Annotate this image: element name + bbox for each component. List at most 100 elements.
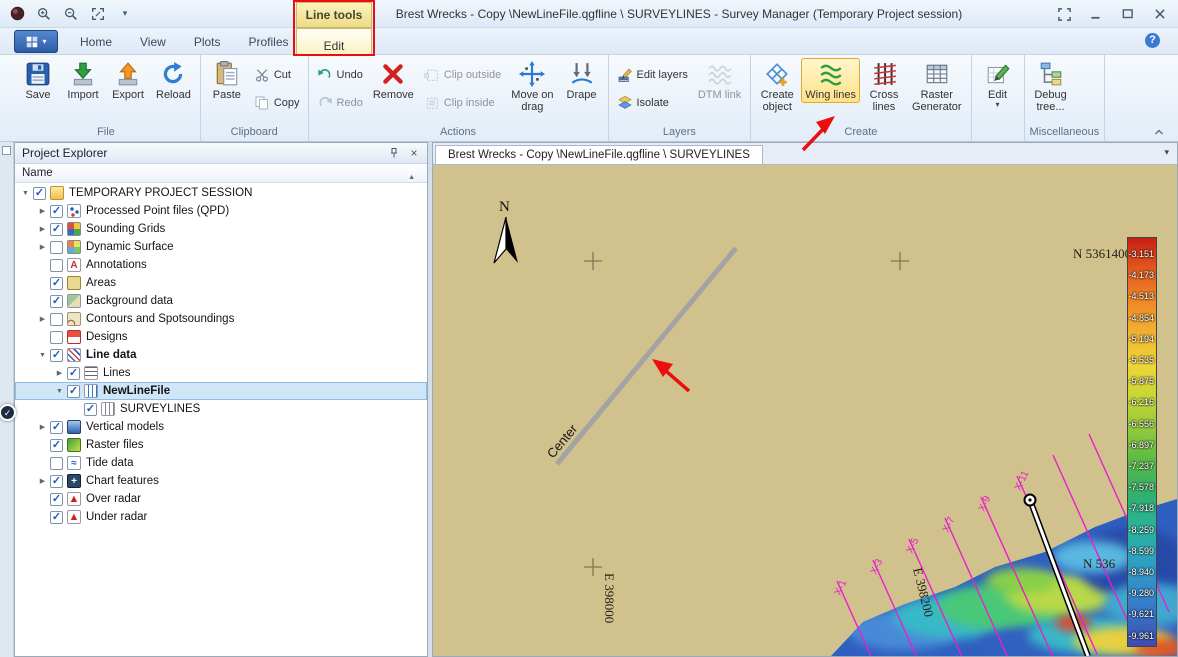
ribbon-button-clip-inside[interactable]: Clip inside bbox=[421, 94, 504, 112]
help-icon[interactable]: ? bbox=[1145, 33, 1160, 48]
maximize-button[interactable] bbox=[1120, 6, 1136, 22]
ribbon-button-move-on-drag[interactable]: Move on drag bbox=[507, 58, 557, 115]
map-document-tab[interactable]: Brest Wrecks - Copy \NewLineFile.qgfline… bbox=[435, 145, 763, 164]
ribbon-button-import[interactable]: Import bbox=[62, 58, 104, 103]
tab-profiles[interactable]: Profiles bbox=[235, 30, 303, 54]
visibility-checkbox[interactable]: ✓ bbox=[50, 205, 63, 218]
zoom-out-icon[interactable] bbox=[62, 5, 80, 23]
visibility-checkbox[interactable] bbox=[50, 259, 63, 272]
expander-icon[interactable]: ▶ bbox=[36, 477, 49, 485]
tree-item-surveylines[interactable]: ✓SURVEYLINES bbox=[15, 400, 427, 418]
tree-item-areas[interactable]: ✓Areas bbox=[15, 274, 427, 292]
contextual-tab-group-line-tools: Line tools bbox=[296, 2, 372, 28]
visibility-checkbox[interactable]: ✓ bbox=[67, 385, 80, 398]
visibility-checkbox[interactable]: ✓ bbox=[50, 223, 63, 236]
tree-item-tide-data[interactable]: ≈Tide data bbox=[15, 454, 427, 472]
visibility-checkbox[interactable] bbox=[50, 331, 63, 344]
zoom-extents-icon[interactable] bbox=[89, 5, 107, 23]
quick-access-caret-icon[interactable]: ▾ bbox=[116, 5, 134, 23]
ribbon-button-wing-lines[interactable]: Wing lines bbox=[801, 58, 860, 103]
tree-column-header[interactable]: Name ▲ bbox=[15, 164, 427, 183]
tree-item-chart-features[interactable]: ▶✓+Chart features bbox=[15, 472, 427, 490]
tree-item-sounding-grids[interactable]: ▶✓Sounding Grids bbox=[15, 220, 427, 238]
visibility-checkbox[interactable]: ✓ bbox=[50, 439, 63, 452]
visibility-checkbox[interactable] bbox=[50, 241, 63, 254]
ribbon-button-undo[interactable]: Undo bbox=[314, 66, 366, 84]
ribbon-button-debug-tree[interactable]: Debug tree... bbox=[1030, 58, 1072, 115]
tree-item-lines[interactable]: ▶✓Lines bbox=[15, 364, 427, 382]
tab-edit[interactable]: Edit bbox=[296, 28, 372, 54]
visibility-checkbox[interactable]: ✓ bbox=[84, 403, 97, 416]
visibility-checkbox[interactable] bbox=[50, 313, 63, 326]
ribbon-button-raster-generator[interactable]: Raster Generator bbox=[908, 58, 966, 115]
center-survey-line[interactable] bbox=[557, 248, 736, 464]
ribbon-button-isolate[interactable]: Isolate bbox=[614, 94, 691, 112]
visibility-checkbox[interactable]: ✓ bbox=[50, 349, 63, 362]
visibility-checkbox[interactable]: ✓ bbox=[67, 367, 80, 380]
close-panel-icon[interactable]: × bbox=[406, 145, 422, 161]
ribbon-button-redo[interactable]: Redo bbox=[314, 94, 366, 112]
ribbon-button-edit[interactable]: Edit▾ bbox=[977, 58, 1019, 111]
dock-tab-icon[interactable] bbox=[2, 146, 11, 155]
depth-value-label: -7.578 bbox=[1128, 482, 1154, 492]
bathymetry-raster[interactable] bbox=[831, 495, 1177, 656]
visibility-checkbox[interactable]: ✓ bbox=[50, 493, 63, 506]
autohide-badge-icon[interactable]: ✓ bbox=[0, 404, 16, 421]
expander-icon[interactable]: ▶ bbox=[36, 225, 49, 233]
ribbon-button-paste[interactable]: Paste bbox=[206, 58, 248, 103]
tree-item-contours-and-spotsoundings[interactable]: ▶Contours and Spotsoundings bbox=[15, 310, 427, 328]
map-canvas[interactable]: N bbox=[433, 165, 1177, 656]
expander-icon[interactable]: ▶ bbox=[36, 207, 49, 215]
ribbon-button-copy[interactable]: Copy bbox=[251, 94, 303, 112]
tree-item-line-data[interactable]: ▼✓Line data bbox=[15, 346, 427, 364]
visibility-checkbox[interactable] bbox=[50, 457, 63, 470]
tab-home[interactable]: Home bbox=[66, 30, 126, 54]
focus-mode-icon[interactable] bbox=[1056, 6, 1072, 22]
expander-icon[interactable]: ▶ bbox=[36, 243, 49, 251]
minimize-button[interactable] bbox=[1088, 6, 1104, 22]
ribbon-button-cross-lines[interactable]: Cross lines bbox=[863, 58, 905, 115]
ribbon-button-export[interactable]: Export bbox=[107, 58, 149, 103]
tree-item-temporary-project-session[interactable]: ▼✓TEMPORARY PROJECT SESSION bbox=[15, 184, 427, 202]
expander-icon[interactable]: ▶ bbox=[36, 315, 49, 323]
expander-icon[interactable]: ▼ bbox=[53, 388, 66, 395]
tree-item-vertical-models[interactable]: ▶✓Vertical models bbox=[15, 418, 427, 436]
tree-item-newlinefile[interactable]: ▼✓NewLineFile bbox=[15, 382, 427, 400]
zoom-in-icon[interactable] bbox=[35, 5, 53, 23]
pin-icon[interactable] bbox=[386, 145, 402, 161]
tree-item-background-data[interactable]: ✓Background data bbox=[15, 292, 427, 310]
visibility-checkbox[interactable]: ✓ bbox=[50, 277, 63, 290]
ribbon-button-cut[interactable]: Cut bbox=[251, 66, 303, 84]
ribbon-button-reload[interactable]: Reload bbox=[152, 58, 195, 103]
tree-item-processed-point-files-qpd[interactable]: ▶✓Processed Point files (QPD) bbox=[15, 202, 427, 220]
visibility-checkbox[interactable]: ✓ bbox=[33, 187, 46, 200]
ribbon-button-edit-layers[interactable]: Edit layers bbox=[614, 66, 691, 84]
tree-item-dynamic-surface[interactable]: ▶Dynamic Surface bbox=[15, 238, 427, 256]
ribbon-button-create-object[interactable]: Create object bbox=[756, 58, 798, 115]
expander-icon[interactable]: ▶ bbox=[36, 423, 49, 431]
visibility-checkbox[interactable]: ✓ bbox=[50, 295, 63, 308]
application-menu-button[interactable]: ▾ bbox=[14, 30, 58, 53]
ribbon-button-save[interactable]: Save bbox=[17, 58, 59, 103]
tab-view[interactable]: View bbox=[126, 30, 180, 54]
tab-list-caret-icon[interactable]: ▾ bbox=[1164, 147, 1169, 158]
tree-item-under-radar[interactable]: ✓▲Under radar bbox=[15, 508, 427, 526]
tree-item-over-radar[interactable]: ✓▲Over radar bbox=[15, 490, 427, 508]
tree-item-annotations[interactable]: AAnnotations bbox=[15, 256, 427, 274]
visibility-checkbox[interactable]: ✓ bbox=[50, 421, 63, 434]
expander-icon[interactable]: ▼ bbox=[19, 190, 32, 197]
depth-value-label: -3.151 bbox=[1128, 249, 1154, 259]
expander-icon[interactable]: ▶ bbox=[53, 369, 66, 377]
tree-item-raster-files[interactable]: ✓Raster files bbox=[15, 436, 427, 454]
visibility-checkbox[interactable]: ✓ bbox=[50, 511, 63, 524]
ribbon-button-remove[interactable]: Remove bbox=[369, 58, 418, 103]
close-button[interactable] bbox=[1152, 6, 1168, 22]
tab-plots[interactable]: Plots bbox=[180, 30, 235, 54]
ribbon-button-drape[interactable]: Drape bbox=[561, 58, 603, 103]
ribbon-button-clip-outside[interactable]: Clip outside bbox=[421, 66, 504, 84]
ribbon-button-dtm-link[interactable]: DTM link bbox=[694, 58, 745, 103]
visibility-checkbox[interactable]: ✓ bbox=[50, 475, 63, 488]
collapse-ribbon-button[interactable] bbox=[1150, 125, 1168, 139]
expander-icon[interactable]: ▼ bbox=[36, 352, 49, 359]
tree-item-designs[interactable]: Designs bbox=[15, 328, 427, 346]
